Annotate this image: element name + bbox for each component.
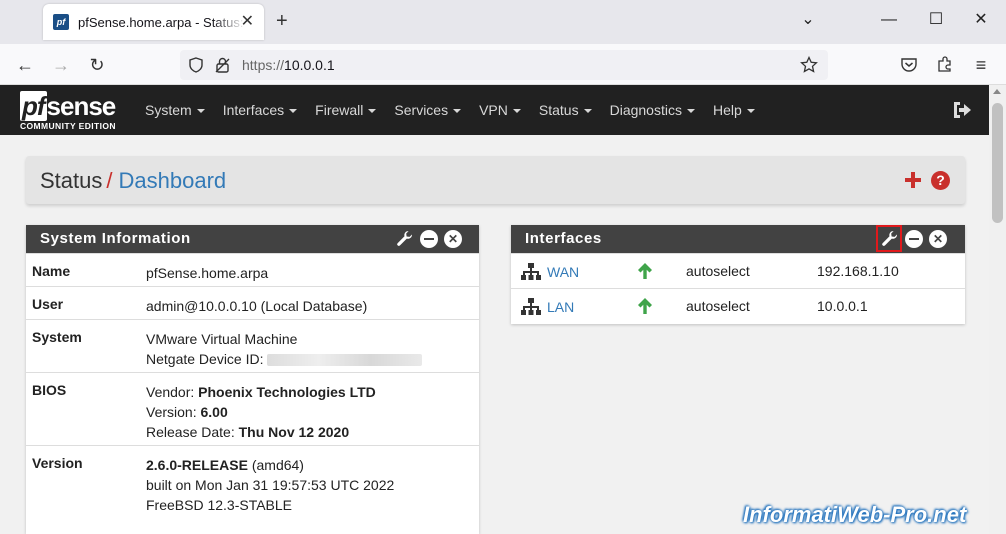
pfsense-logo[interactable]: pfsense COMMUNITY EDITION (20, 91, 128, 131)
table-row: BIOS Vendor: Phoenix Technologies LTD Ve… (26, 372, 479, 445)
table-row: Version 2.6.0-RELEASE (amd64) built on M… (26, 445, 479, 534)
caret-down-icon (289, 109, 298, 114)
extensions-icon[interactable] (936, 55, 954, 73)
reload-icon[interactable]: ↻ (86, 54, 108, 76)
url-bar[interactable]: https://10.0.0.1 (180, 50, 828, 80)
url-text[interactable]: https://10.0.0.1 (242, 57, 335, 73)
window-close-icon[interactable]: ✕ (971, 10, 991, 30)
menu-system[interactable]: System (136, 102, 214, 118)
menu-status[interactable]: Status (530, 102, 601, 118)
bookmark-star-icon[interactable] (800, 56, 818, 74)
browser-tab-bar: pf pfSense.home.arpa - Status: Dashboard… (0, 0, 1006, 44)
table-row: WAN autoselect 192.168.1.10 (511, 253, 965, 288)
caret-down-icon (686, 109, 695, 114)
table-row: System VMware Virtual Machine Netgate De… (26, 319, 479, 372)
pfsense-navbar: pfsense COMMUNITY EDITION System Interfa… (0, 85, 989, 135)
interface-wan-link[interactable]: WAN (547, 264, 579, 280)
menu-icon[interactable]: ≡ (970, 54, 992, 76)
wrench-icon[interactable] (396, 230, 414, 248)
watermark: InformatiWeb-Pro.net (743, 502, 967, 527)
interfaces-widget: Interfaces ✕ WAN autoselect 192.168.1.10… (511, 225, 965, 324)
back-icon[interactable]: ← (14, 54, 36, 76)
plus-icon[interactable] (903, 170, 923, 190)
widget-title: System Information (40, 230, 191, 247)
widget-header: Interfaces ✕ (511, 225, 965, 253)
pocket-icon[interactable] (900, 56, 918, 74)
lock-icon[interactable] (214, 56, 232, 74)
table-row: User admin@10.0.0.10 (Local Database) (26, 286, 479, 319)
pfsense-favicon-icon: pf (53, 14, 69, 30)
scroll-up-icon[interactable] (993, 89, 1001, 94)
network-icon (521, 298, 541, 315)
status-up-icon (638, 263, 652, 279)
menu-firewall[interactable]: Firewall (306, 102, 385, 118)
menu-diagnostics[interactable]: Diagnostics (601, 102, 704, 118)
tab-title: pfSense.home.arpa - Status: Dashboard (78, 14, 246, 30)
menu-interfaces[interactable]: Interfaces (214, 102, 306, 118)
browser-tab[interactable]: pf pfSense.home.arpa - Status: Dashboard… (43, 4, 264, 40)
status-up-icon (638, 298, 652, 314)
device-id-redacted (267, 354, 423, 367)
forward-icon[interactable]: → (50, 54, 72, 76)
table-row: LAN autoselect 10.0.0.1 (511, 288, 965, 323)
caret-down-icon (746, 109, 755, 114)
new-tab-icon[interactable]: + (276, 10, 288, 32)
minimize-widget-icon[interactable] (905, 230, 923, 248)
menu-services[interactable]: Services (385, 102, 470, 118)
help-icon[interactable]: ? (931, 171, 950, 190)
scroll-thumb[interactable] (992, 103, 1003, 223)
logo-edition: COMMUNITY EDITION (20, 121, 116, 131)
widget-header: System Information ✕ (26, 225, 479, 253)
tab-list-chevron-icon[interactable]: ⌄ (798, 10, 818, 30)
system-information-widget: System Information ✕ Name pfSense.home.a… (26, 225, 479, 534)
wrench-highlight-box (876, 225, 902, 252)
widget-title: Interfaces (525, 230, 602, 247)
menu-help[interactable]: Help (704, 102, 764, 118)
browser-nav-bar: ← → ↻ https://10.0.0.1 ≡ (0, 44, 1006, 85)
interface-lan-link[interactable]: LAN (547, 299, 574, 315)
caret-down-icon (196, 109, 205, 114)
table-row: Name pfSense.home.arpa (26, 253, 479, 286)
close-icon[interactable]: ✕ (241, 14, 254, 30)
caret-down-icon (368, 109, 377, 114)
maximize-icon[interactable]: ☐ (926, 10, 946, 30)
breadcrumb-dashboard-link[interactable]: Dashboard (119, 168, 227, 193)
caret-down-icon (583, 109, 592, 114)
minimize-widget-icon[interactable] (420, 230, 438, 248)
network-icon (521, 263, 541, 280)
page-scrollbar[interactable] (989, 85, 1006, 534)
page-title: Status / Dashboard (40, 168, 227, 193)
shield-icon[interactable] (188, 57, 204, 73)
caret-down-icon (453, 109, 462, 114)
main-menu: System Interfaces Firewall Services VPN … (136, 85, 764, 135)
close-widget-icon[interactable]: ✕ (444, 230, 462, 248)
menu-vpn[interactable]: VPN (470, 102, 530, 118)
caret-down-icon (512, 109, 521, 114)
logout-icon[interactable] (951, 99, 973, 121)
breadcrumb: Status / Dashboard ? (26, 156, 965, 204)
close-widget-icon[interactable]: ✕ (929, 230, 947, 248)
minimize-icon[interactable]: — (879, 10, 899, 30)
